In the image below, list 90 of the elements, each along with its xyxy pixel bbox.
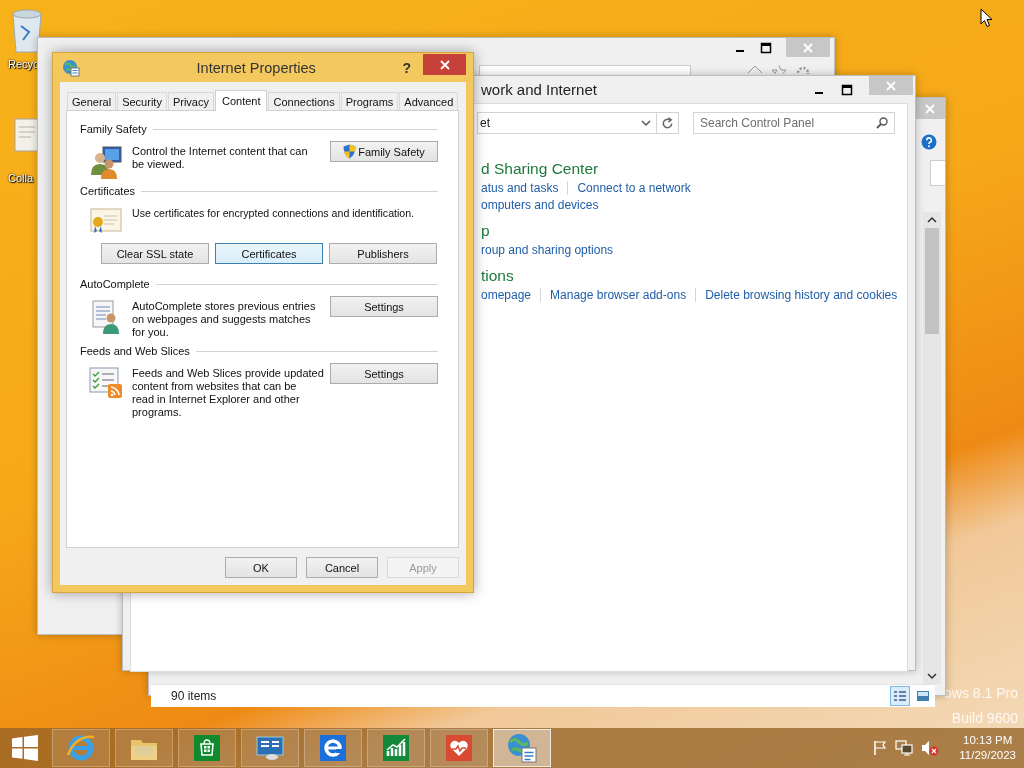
tab[interactable]: Advanced — [399, 92, 459, 110]
task-link[interactable]: roup and sharing options — [481, 243, 614, 257]
task-link[interactable]: omputers and devices — [481, 198, 599, 212]
maximize-icon[interactable] — [760, 41, 772, 54]
browser-icon — [66, 733, 96, 763]
flag-icon[interactable] — [873, 740, 888, 756]
task-link[interactable]: Manage browser add-ons — [550, 288, 687, 302]
tab[interactable]: General — [67, 92, 117, 110]
search-input[interactable]: Search Control Panel — [694, 115, 876, 131]
tab[interactable]: Privacy — [167, 92, 214, 110]
category-heading[interactable]: tions — [481, 267, 514, 285]
roof-icon[interactable] — [747, 65, 763, 74]
taskbar-button[interactable] — [367, 729, 425, 767]
taskbar-button[interactable] — [241, 729, 299, 767]
taskbar-button[interactable] — [178, 729, 236, 767]
group-description: Control the Internet content that can be viewed. — [132, 144, 309, 171]
window-title: work and Internet — [481, 81, 598, 98]
preview-icon — [916, 690, 930, 702]
tab[interactable]: Content — [214, 90, 268, 111]
family-safety-button[interactable]: Family Safety — [330, 141, 438, 162]
globe-icon — [506, 733, 538, 763]
certificate-action-button[interactable]: Publishers — [329, 243, 437, 264]
tab[interactable]: Connections — [268, 92, 340, 110]
settings-button[interactable]: Settings — [330, 296, 438, 317]
chart-icon — [383, 735, 409, 761]
group-description: Use certificates for encrypted connections and identification. — [132, 206, 416, 220]
clock-date[interactable]: 11/29/2023 — [959, 748, 1016, 763]
certificate-icon — [90, 207, 122, 235]
network-icon[interactable] — [895, 740, 914, 756]
windows-logo-icon[interactable] — [12, 735, 38, 761]
group-heading: Family Safety — [80, 123, 147, 135]
dialog-button[interactable]: OK — [225, 557, 297, 578]
chevron-down-icon[interactable] — [640, 119, 651, 127]
dialog-title: Internet Properties — [195, 59, 317, 76]
feed-list-icon — [89, 367, 123, 399]
scroll-down-icon[interactable] — [927, 672, 937, 680]
close-icon — [439, 59, 450, 70]
address-bar[interactable]: et — [477, 112, 657, 134]
browser-icon — [320, 735, 346, 761]
task-link[interactable]: omepage — [481, 288, 532, 302]
search-field[interactable]: Search Control Panel — [693, 112, 895, 134]
task-link[interactable]: Connect to a network — [577, 181, 691, 195]
category-heading[interactable]: p — [481, 222, 490, 240]
help-button[interactable]: ? — [402, 59, 411, 76]
search-icon[interactable] — [876, 117, 888, 129]
cursor-icon — [980, 8, 993, 28]
monitor-icon — [255, 735, 285, 761]
clock-time[interactable]: 10:13 PM — [963, 733, 1013, 748]
close-button[interactable] — [423, 54, 466, 75]
scrollbar[interactable] — [923, 212, 941, 684]
document-user-icon — [92, 300, 120, 334]
tab[interactable]: Security — [117, 92, 167, 110]
taskbar-button[interactable] — [304, 729, 362, 767]
recycle-bin-icon[interactable] — [9, 8, 45, 54]
close-icon — [886, 80, 896, 91]
close-button[interactable] — [915, 98, 945, 119]
taskbar-button[interactable] — [430, 729, 488, 767]
scroll-thumb[interactable] — [925, 228, 939, 334]
refresh-button[interactable] — [656, 112, 679, 134]
globe-icon — [62, 58, 80, 77]
details-view-button[interactable] — [890, 686, 910, 706]
tab[interactable]: Programs — [340, 92, 399, 110]
group-description: AutoComplete stores previous entries on webpages and suggests matches for you. — [132, 299, 317, 339]
watermark-text: Build 9600 — [951, 710, 1018, 726]
shield-icon — [343, 144, 357, 159]
users-computer-icon — [89, 145, 123, 179]
close-icon — [925, 103, 935, 114]
certificate-action-button[interactable]: Clear SSL state — [101, 243, 209, 264]
search-field[interactable] — [930, 160, 945, 186]
certificate-action-button[interactable]: Certificates — [215, 243, 323, 264]
maximize-icon[interactable] — [841, 83, 853, 96]
item-count: 90 items — [171, 689, 218, 703]
task-link[interactable]: atus and tasks — [481, 181, 559, 195]
category-heading[interactable]: d Sharing Center — [481, 160, 599, 178]
settings-button[interactable]: Settings — [330, 363, 438, 384]
group-description: Feeds and Web Slices provide updated content from websites that can be read in Internet Explorer and other programs. — [132, 366, 325, 419]
refresh-icon — [660, 116, 674, 130]
scroll-up-icon[interactable] — [927, 216, 937, 224]
shopping-bag-icon — [194, 735, 220, 761]
dialog-button[interactable]: Cancel — [306, 557, 378, 578]
speaker-muted-icon[interactable] — [921, 740, 940, 756]
help-icon[interactable] — [921, 134, 937, 150]
close-icon — [803, 42, 813, 53]
group-heading: Certificates — [80, 185, 136, 197]
details-view-icon — [893, 690, 907, 702]
taskbar-button[interactable] — [493, 729, 551, 767]
group-heading: AutoComplete — [80, 278, 150, 290]
group-heading: Feeds and Web Slices — [80, 345, 190, 357]
task-link[interactable]: Delete browsing history and cookies — [705, 288, 898, 302]
taskbar-button[interactable] — [115, 729, 173, 767]
